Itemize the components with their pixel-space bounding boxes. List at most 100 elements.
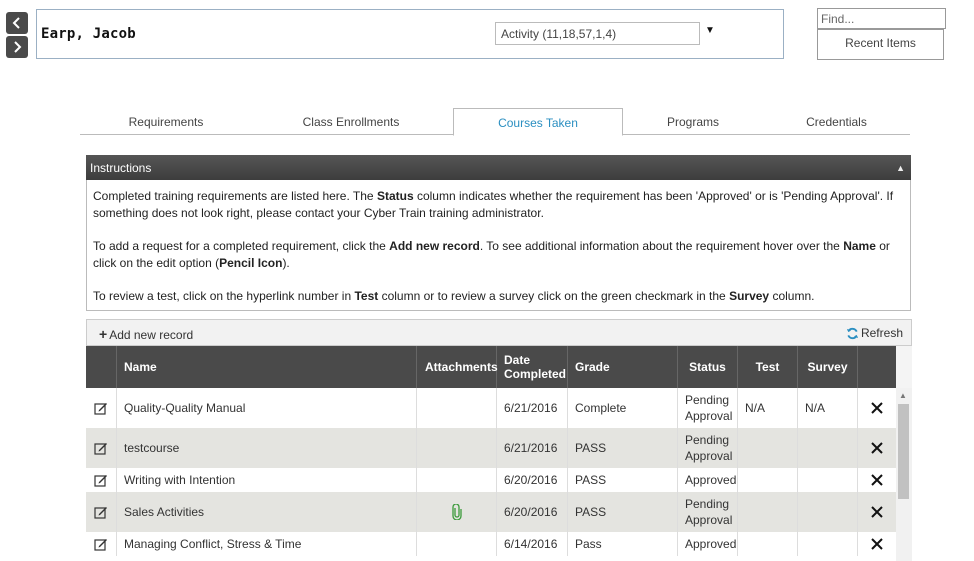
activity-select[interactable]: Activity (11,18,57,1,4) — [495, 22, 700, 45]
course-name[interactable]: Writing with Intention — [117, 468, 417, 492]
edit-button[interactable] — [86, 428, 117, 468]
close-icon — [871, 506, 883, 518]
status: Pending Approval — [678, 388, 738, 428]
pencil-icon — [94, 539, 107, 551]
course-name[interactable]: Managing Conflict, Stress & Time — [117, 532, 417, 556]
close-icon — [871, 474, 883, 486]
course-name[interactable]: Quality-Quality Manual — [117, 388, 417, 428]
column-header-date-completed[interactable]: Date Completed — [497, 346, 568, 388]
tab-bar: Requirements Class Enrollments Courses T… — [80, 108, 910, 136]
edit-button[interactable] — [86, 388, 117, 428]
scroll-up-icon[interactable]: ▲ — [899, 391, 907, 400]
column-header-name[interactable]: Name — [117, 346, 417, 388]
grid-header: Name Attachments Date Completed Grade St… — [86, 346, 896, 388]
table-row[interactable]: Quality-Quality Manual 6/21/2016 Complet… — [86, 388, 896, 428]
attachment-cell — [417, 388, 497, 428]
attachment-cell — [417, 532, 497, 556]
survey-cell[interactable]: N/A — [798, 388, 858, 428]
table-row[interactable]: Sales Activities 6/20/2016 PASS Pending … — [86, 492, 896, 532]
grid-toolbar: + Add new record Refresh — [86, 319, 912, 346]
close-icon — [871, 402, 883, 414]
grade: PASS — [568, 492, 678, 532]
plus-icon: + — [99, 326, 108, 342]
header-scroll-spacer — [896, 346, 912, 388]
grid-body: Quality-Quality Manual 6/21/2016 Complet… — [86, 388, 896, 561]
survey-cell[interactable] — [798, 428, 858, 468]
date-completed: 6/21/2016 — [497, 428, 568, 468]
edit-button[interactable] — [86, 468, 117, 492]
test-link[interactable] — [738, 468, 798, 492]
chevron-right-icon — [14, 41, 22, 53]
find-input[interactable] — [817, 8, 946, 29]
column-header-attachments[interactable]: Attachments — [417, 346, 498, 388]
delete-button[interactable] — [858, 468, 896, 492]
status: Approved — [678, 468, 738, 492]
delete-button[interactable] — [858, 428, 896, 468]
column-header-test[interactable]: Test — [738, 346, 798, 388]
tab-courses-taken[interactable]: Courses Taken — [453, 108, 623, 136]
recent-items-button[interactable]: Recent Items — [817, 29, 944, 60]
column-header-edit — [86, 346, 117, 388]
delete-button[interactable] — [858, 532, 896, 556]
refresh-button[interactable]: Refresh — [846, 326, 903, 340]
survey-cell[interactable] — [798, 532, 858, 556]
next-record-button[interactable] — [6, 36, 28, 58]
column-header-survey[interactable]: Survey — [798, 346, 858, 388]
table-row[interactable]: Managing Conflict, Stress & Time 6/14/20… — [86, 532, 896, 556]
table-row[interactable]: testcourse 6/21/2016 PASS Pending Approv… — [86, 428, 896, 468]
tab-requirements[interactable]: Requirements — [80, 108, 252, 135]
dropdown-arrow-icon[interactable]: ▼ — [705, 25, 715, 36]
status: Approved — [678, 532, 738, 556]
column-header-status[interactable]: Status — [678, 346, 738, 388]
survey-cell[interactable] — [798, 492, 858, 532]
grade: PASS — [568, 468, 678, 492]
close-icon — [871, 442, 883, 454]
instructions-header[interactable]: Instructions ▲ — [86, 155, 911, 180]
test-link[interactable] — [738, 492, 798, 532]
column-header-grade[interactable]: Grade — [568, 346, 678, 388]
pencil-icon — [94, 475, 107, 487]
add-new-record-button[interactable]: + Add new record — [99, 326, 193, 342]
tab-class-enrollments[interactable]: Class Enrollments — [265, 108, 437, 135]
collapse-icon[interactable]: ▲ — [896, 155, 905, 181]
refresh-label: Refresh — [860, 326, 903, 340]
delete-button[interactable] — [858, 492, 896, 532]
pencil-icon — [94, 403, 107, 415]
survey-cell[interactable] — [798, 468, 858, 492]
edit-button[interactable] — [86, 532, 117, 556]
table-row[interactable]: Writing with Intention 6/20/2016 PASS Ap… — [86, 468, 896, 492]
attachment-cell — [417, 468, 497, 492]
date-completed: 6/20/2016 — [497, 492, 568, 532]
chevron-left-icon — [12, 17, 20, 29]
grade: PASS — [568, 428, 678, 468]
paperclip-icon[interactable] — [451, 504, 462, 520]
instructions-paragraph-review: To review a test, click on the hyperlink… — [93, 289, 815, 303]
grid-scrollbar[interactable]: ▲ — [896, 388, 912, 561]
grade: Pass — [568, 532, 678, 556]
instructions-title: Instructions — [90, 161, 152, 175]
test-link[interactable] — [738, 532, 798, 556]
delete-button[interactable] — [858, 388, 896, 428]
close-icon — [871, 538, 883, 550]
pencil-icon — [94, 443, 107, 455]
tab-programs[interactable]: Programs — [623, 108, 763, 135]
test-link[interactable]: N/A — [738, 388, 798, 428]
course-name[interactable]: testcourse — [117, 428, 417, 468]
course-name[interactable]: Sales Activities — [117, 492, 417, 532]
scroll-thumb[interactable] — [898, 404, 909, 499]
date-completed: 6/14/2016 — [497, 532, 568, 556]
refresh-icon — [846, 327, 859, 339]
attachment-cell[interactable] — [417, 492, 497, 532]
edit-button[interactable] — [86, 492, 117, 532]
pencil-icon — [94, 507, 107, 519]
status: Pending Approval — [678, 492, 738, 532]
column-header-delete — [858, 346, 896, 388]
previous-record-button[interactable] — [6, 12, 28, 34]
test-link[interactable] — [738, 428, 798, 468]
tab-credentials[interactable]: Credentials — [763, 108, 910, 135]
person-name: Earp, Jacob — [41, 26, 136, 42]
attachment-cell — [417, 428, 497, 468]
date-completed: 6/20/2016 — [497, 468, 568, 492]
grade: Complete — [568, 388, 678, 428]
instructions-paragraph-add: To add a request for a completed require… — [93, 239, 890, 270]
